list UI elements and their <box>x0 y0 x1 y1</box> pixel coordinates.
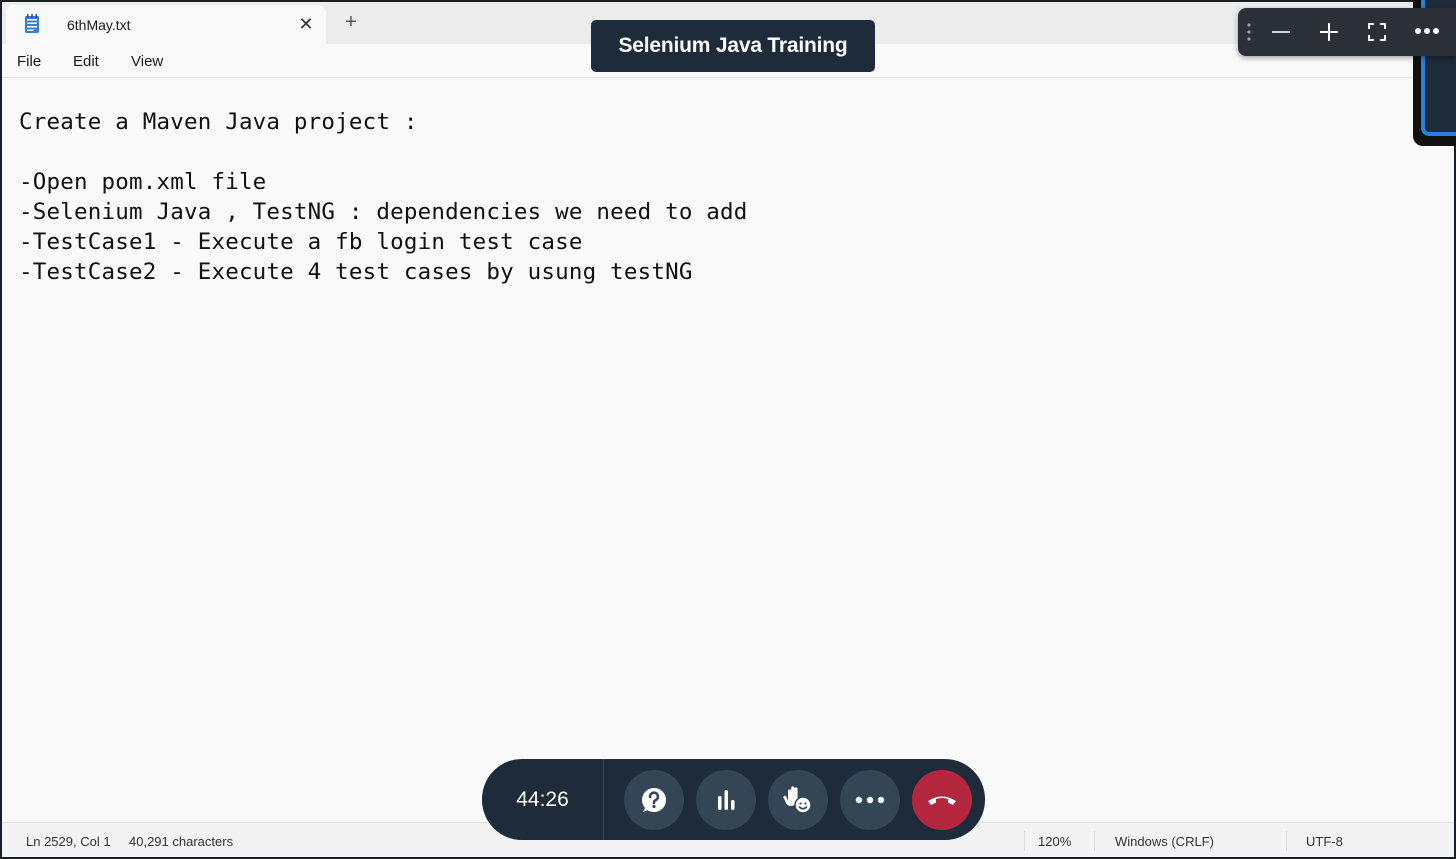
editor-line: -TestCase1 - Execute a fb login test cas… <box>19 229 583 255</box>
hang-up-button[interactable] <box>912 770 972 830</box>
hang-up-icon <box>928 796 956 805</box>
meeting-title: Selenium Java Training <box>591 20 875 72</box>
character-count: 40,291 characters <box>129 834 234 849</box>
poll-button[interactable] <box>696 770 756 830</box>
help-button[interactable] <box>624 770 684 830</box>
text-editor[interactable]: Create a Maven Java project : -Open pom.… <box>19 107 1399 287</box>
raise-hand-icon <box>783 786 812 814</box>
notepad-icon <box>25 14 39 33</box>
zoom-in-icon[interactable] <box>1317 20 1341 44</box>
zoom-out-icon[interactable] <box>1269 20 1293 44</box>
more-icon <box>855 796 885 804</box>
call-controls: 44:26 <box>482 759 985 840</box>
editor-line: -Selenium Java , TestNG : dependencies w… <box>19 199 748 225</box>
raise-hand-button[interactable] <box>768 770 828 830</box>
zoom-level[interactable]: 120% <box>1038 834 1071 849</box>
status-divider <box>1094 831 1095 851</box>
status-divider <box>1024 831 1025 851</box>
editor-line: -Open pom.xml file <box>19 169 267 195</box>
menu-edit[interactable]: Edit <box>73 53 99 70</box>
more-options-icon[interactable] <box>1412 18 1442 44</box>
editor-line: Create a Maven Java project : <box>19 109 418 135</box>
fullscreen-icon[interactable] <box>1365 20 1389 44</box>
status-divider <box>1286 831 1287 851</box>
tab-6thmay[interactable]: 6thMay.txt ✕ <box>6 5 326 44</box>
cursor-position: Ln 2529, Col 1 <box>26 834 111 849</box>
poll-icon <box>718 790 735 810</box>
more-button[interactable] <box>840 770 900 830</box>
call-divider <box>603 759 604 840</box>
menu-view[interactable]: View <box>131 53 163 70</box>
new-tab-button[interactable]: + <box>340 11 362 33</box>
encoding[interactable]: UTF-8 <box>1306 834 1343 849</box>
call-timer: 44:26 <box>516 787 569 811</box>
line-ending[interactable]: Windows (CRLF) <box>1115 834 1214 849</box>
drag-handle-icon[interactable] <box>1246 22 1252 42</box>
tab-title: 6thMay.txt <box>67 17 131 33</box>
notepad-window: 6thMay.txt ✕ + File Edit View Create a M… <box>2 2 1454 857</box>
editor-line: -TestCase2 - Execute 4 test cases by usu… <box>19 259 693 285</box>
close-tab-button[interactable]: ✕ <box>295 13 317 35</box>
help-icon <box>642 788 666 812</box>
menu-file[interactable]: File <box>17 53 41 70</box>
